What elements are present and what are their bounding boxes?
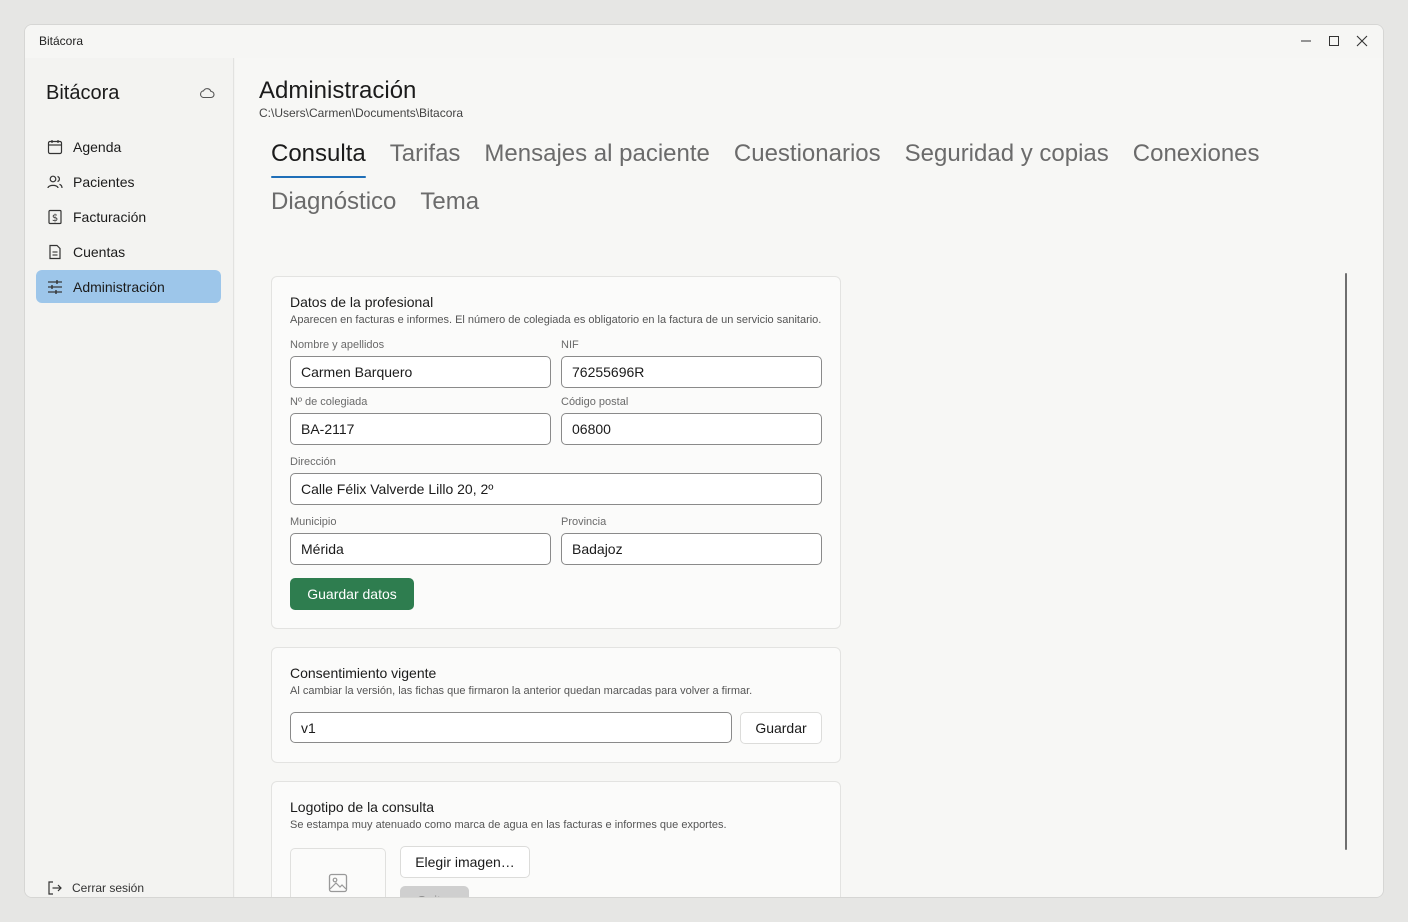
colegiada-input[interactable]: BA-2117 [290,413,551,445]
field-label: Nº de colegiada [290,396,368,408]
window-title: Bitácora [39,34,84,48]
card-description: Al cambiar la versión, las fichas que fi… [290,685,753,697]
sidebar-item-label: Pacientes [73,173,135,190]
elegir-imagen-button[interactable]: Elegir imagen… [400,846,530,878]
cloud-icon [200,88,215,99]
people-icon [46,173,64,191]
minimize-icon [1301,40,1311,42]
sidebar: Bitácora Agenda Pacientes $ Facturación … [25,58,234,897]
maximize-icon [1329,36,1339,46]
direccion-input[interactable]: Calle Félix Valverde Lillo 20, 2º [290,473,822,505]
field-label: Provincia [561,516,607,528]
field-label: Municipio [290,516,337,528]
tab-diagnostico[interactable]: Diagnóstico [271,188,396,226]
nombre-input[interactable]: Carmen Barquero [290,356,551,388]
svg-text:$: $ [52,213,58,224]
municipio-input[interactable]: Mérida [290,533,551,565]
tab-mensajes[interactable]: Mensajes al paciente [484,140,709,178]
sidebar-item-facturacion[interactable]: $ Facturación [36,200,221,233]
sliders-icon [46,278,64,296]
scrollbar[interactable] [1345,273,1347,850]
calendar-icon [46,138,64,156]
card-title: Datos de la profesional [290,294,434,310]
title-bar: Bitácora [25,25,1383,58]
tab-tarifas[interactable]: Tarifas [390,140,461,178]
version-input[interactable]: v1 [290,712,732,743]
logout-button[interactable]: Cerrar sesión [46,880,144,896]
provincia-input[interactable]: Badajoz [561,533,822,565]
codigo-postal-input[interactable]: 06800 [561,413,822,445]
field-label: Dirección [290,456,336,468]
sidebar-item-label: Facturación [73,208,147,225]
logotipo-card: Logotipo de la consulta Se estampa muy a… [271,781,841,897]
maximize-button[interactable] [1323,30,1345,52]
tab-cuestionarios[interactable]: Cuestionarios [734,140,881,178]
logo-preview [290,848,386,897]
quitar-imagen-button[interactable]: Quitar [400,886,469,897]
close-button[interactable] [1351,30,1373,52]
guardar-consentimiento-button[interactable]: Guardar [740,712,822,744]
sidebar-item-agenda[interactable]: Agenda [36,130,221,163]
sidebar-item-administracion[interactable]: Administración [36,270,221,303]
sidebar-nav: Agenda Pacientes $ Facturación Cuentas A… [36,130,221,305]
tab-tema[interactable]: Tema [420,188,479,226]
app-name: Bitácora [46,82,120,104]
page-title: Administración [259,77,417,104]
tab-bar: Consulta Tarifas Mensajes al paciente Cu… [271,140,1331,226]
card-title: Consentimiento vigente [290,665,437,681]
guardar-datos-button[interactable]: Guardar datos [290,578,414,610]
minimize-button[interactable] [1295,30,1317,52]
consentimiento-card: Consentimiento vigente Al cambiar la ver… [271,647,841,763]
image-placeholder-icon [328,873,348,893]
tab-seguridad[interactable]: Seguridad y copias [905,140,1109,178]
tab-conexiones[interactable]: Conexiones [1133,140,1260,178]
sidebar-item-pacientes[interactable]: Pacientes [36,165,221,198]
field-label: NIF [561,339,579,351]
page-path: C:\Users\Carmen\Documents\Bitacora [259,106,464,120]
field-label: Código postal [561,396,629,408]
close-icon [1356,35,1368,47]
invoice-dollar-icon: $ [46,208,64,226]
sidebar-item-label: Agenda [73,138,122,155]
sidebar-item-cuentas[interactable]: Cuentas [36,235,221,268]
sidebar-item-label: Administración [73,278,165,295]
nif-input[interactable]: 76255696R [561,356,822,388]
logout-label: Cerrar sesión [72,881,145,895]
document-icon [46,243,64,261]
tab-consulta[interactable]: Consulta [271,140,366,178]
main-content: Administración C:\Users\Carmen\Documents… [235,58,1383,897]
profesional-card: Datos de la profesional Aparecen en fact… [271,276,841,629]
card-title: Logotipo de la consulta [290,799,434,815]
logout-icon [46,880,63,896]
card-description: Aparecen en facturas e informes. El núme… [290,314,822,326]
field-label: Nombre y apellidos [290,339,385,351]
card-description: Se estampa muy atenuado como marca de ag… [290,819,727,831]
app-window: Bitácora Bitácora Agenda Pacientes $ Fac… [24,24,1384,898]
sidebar-item-label: Cuentas [73,243,126,260]
